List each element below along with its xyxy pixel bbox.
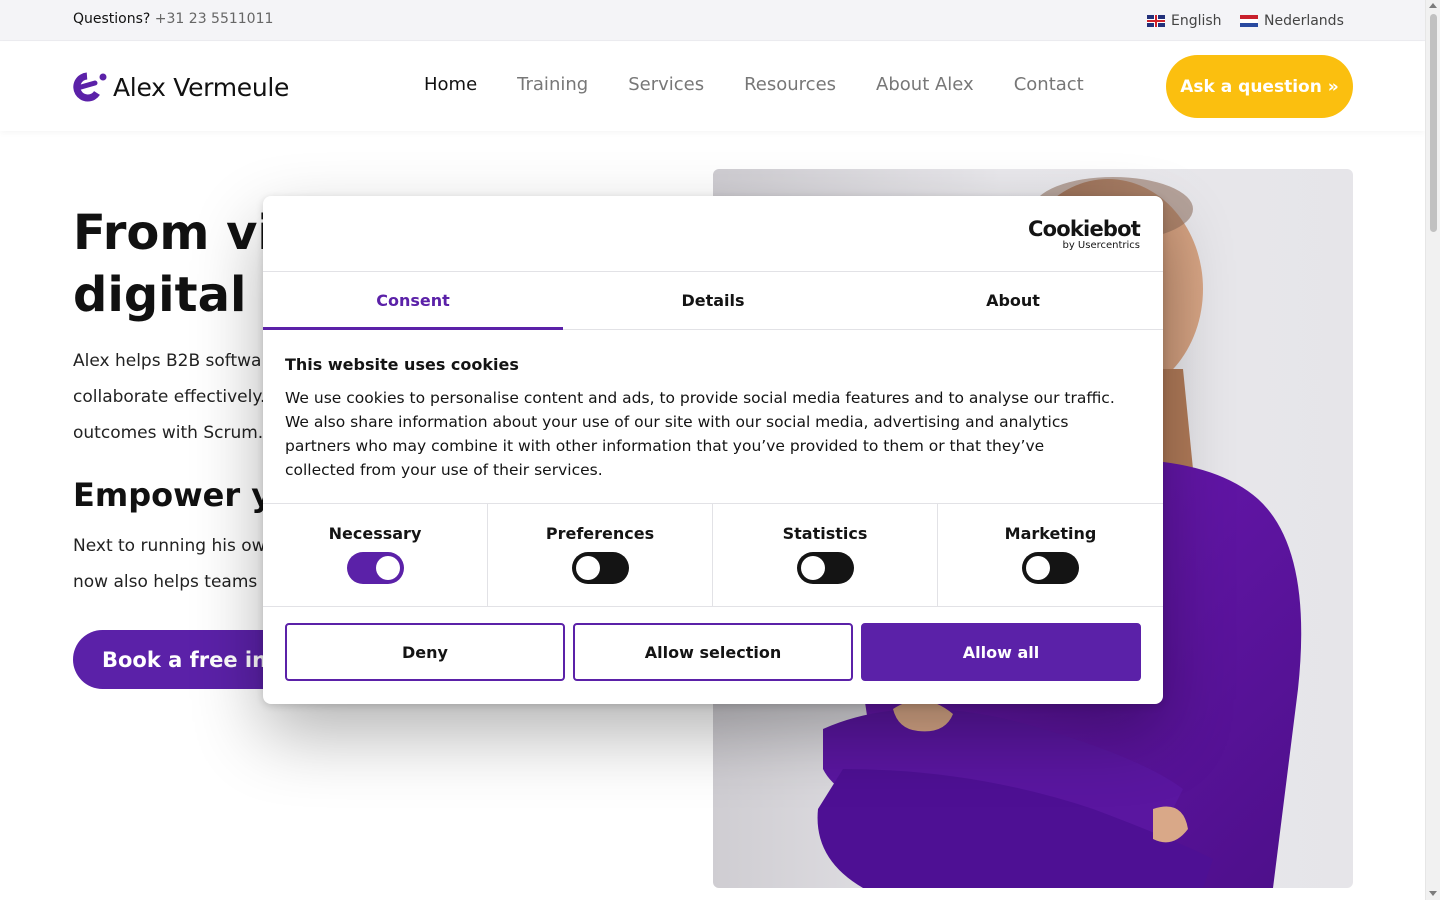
language-english[interactable]: English [1147,13,1222,29]
cookiebot-brand-sub: by Usercentrics [1062,240,1140,251]
site-header: Alex Vermeule Home Training Services Res… [0,42,1425,131]
category-preferences: Preferences [488,504,713,607]
toggle-knob [575,556,600,580]
ask-question-button[interactable]: Ask a question » [1166,55,1353,118]
language-dutch-label: Nederlands [1264,13,1344,29]
dialog-title: This website uses cookies [285,355,519,374]
cookiebot-logo[interactable]: Cookiebot by Usercentrics [1028,217,1141,251]
dialog-header: Cookiebot by Usercentrics [263,196,1163,272]
category-necessary: Necessary [263,504,488,607]
cookie-categories: Necessary Preferences Statistics Marketi… [263,503,1163,607]
cookiebot-brand: Cookiebot [1028,217,1141,241]
hero-subtitle: Empower yo [73,476,295,514]
tab-consent[interactable]: Consent [263,272,563,330]
toggle-knob [1026,556,1050,580]
toggle-knob [800,556,825,580]
marketing-toggle[interactable] [1022,552,1079,584]
preferences-toggle[interactable] [571,552,629,584]
logo[interactable]: Alex Vermeule [73,72,289,102]
category-statistics: Statistics [713,504,938,607]
tab-about[interactable]: About [863,272,1163,329]
deny-button[interactable]: Deny [285,623,565,681]
language-english-label: English [1171,13,1222,29]
logo-text: Alex Vermeule [113,72,290,102]
nav-home[interactable]: Home [424,74,477,95]
nav-contact[interactable]: Contact [1014,74,1084,95]
necessary-toggle[interactable] [346,552,404,584]
questions-label: Questions? [73,11,151,27]
language-dutch[interactable]: Nederlands [1240,13,1344,29]
nl-flag-icon [1240,15,1258,27]
page-scrollbar[interactable] [1425,0,1440,900]
logo-mark-icon [73,72,107,102]
nav-about-alex[interactable]: About Alex [876,74,974,95]
cookie-consent-dialog: Cookiebot by Usercentrics Consent Detail… [263,196,1163,704]
questions-text: Questions? +31 23 5511011 [73,11,273,27]
nav-services[interactable]: Services [628,74,704,95]
top-bar: Questions? +31 23 5511011 English Nederl… [0,0,1425,41]
category-label: Statistics [782,524,868,543]
allow-selection-button[interactable]: Allow selection [573,623,853,681]
category-label: Preferences [545,524,655,543]
dialog-buttons: Deny Allow selection Allow all [285,623,1141,681]
uk-flag-icon [1147,15,1165,27]
tab-details[interactable]: Details [563,272,863,329]
scrollbar-thumb[interactable] [1430,14,1437,232]
nav-training[interactable]: Training [517,74,588,95]
category-marketing: Marketing [938,504,1163,607]
dialog-tabs: Consent Details About [263,272,1163,330]
toggle-knob [375,556,400,580]
main-nav: Home Training Services Resources About A… [424,74,1084,95]
nav-resources[interactable]: Resources [744,74,836,95]
phone-link[interactable]: +31 23 5511011 [155,11,274,27]
category-label: Necessary [328,524,422,543]
scroll-down-arrow-icon[interactable] [1429,891,1437,896]
scroll-up-arrow-icon[interactable] [1429,3,1437,8]
dialog-body: This website uses cookies We use cookies… [285,355,1115,482]
dialog-text: We use cookies to personalise content an… [285,389,1115,479]
statistics-toggle[interactable] [796,552,854,584]
category-label: Marketing [1004,524,1097,543]
allow-all-button[interactable]: Allow all [861,623,1141,681]
